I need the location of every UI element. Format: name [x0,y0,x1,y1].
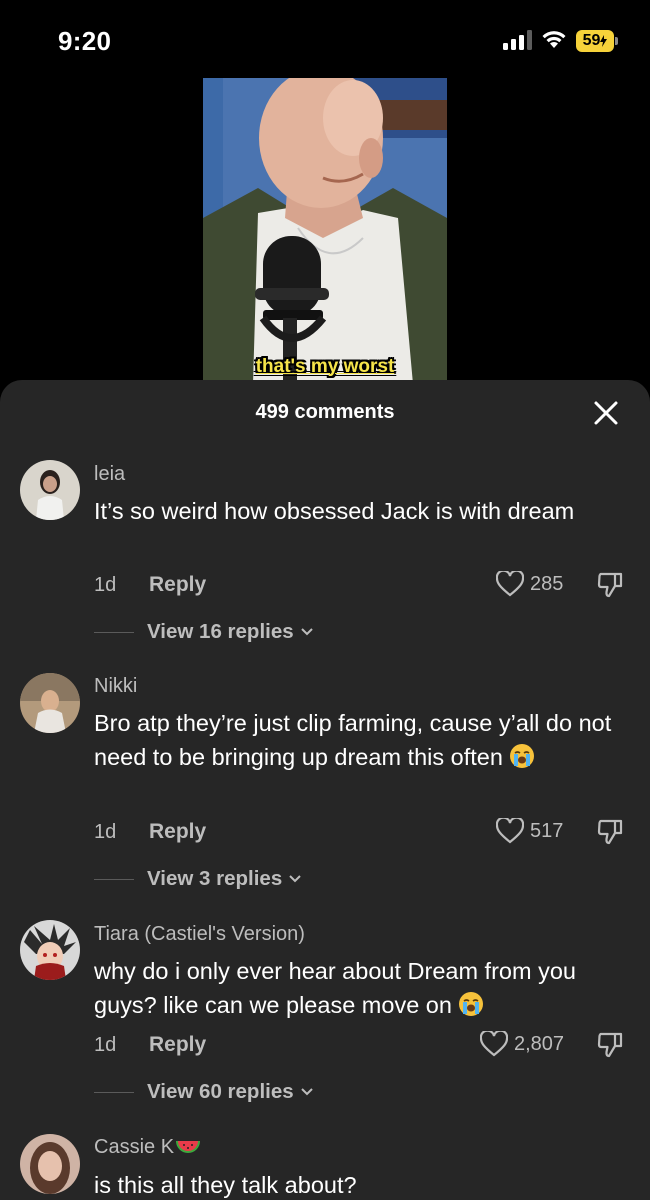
close-icon[interactable] [592,399,620,427]
reply-button[interactable]: Reply [149,1033,206,1057]
thumbs-down-icon[interactable] [596,570,624,598]
thumbs-down-icon[interactable] [596,817,624,845]
view-replies-label: View 60 replies [147,1080,294,1103]
video-frame [203,78,447,384]
comment-username[interactable]: Tiara (Castiel's Version) [94,923,305,946]
status-time: 9:20 [58,26,112,56]
view-replies-button[interactable]: View 16 replies [147,620,314,644]
video-player[interactable]: that's my worst [203,78,447,384]
status-bar: 9:20 59 [0,0,650,80]
like-count: 2,807 [514,1032,565,1055]
chevron-down-icon [300,1088,313,1096]
wifi-icon [542,31,566,48]
chevron-down-icon [300,628,313,636]
replies-divider [94,1092,134,1093]
heart-icon [496,571,524,597]
comment-time: 1d [94,821,117,843]
view-replies-button[interactable]: View 60 replies [147,1080,314,1104]
comment-time: 1d [94,574,117,596]
view-replies-button[interactable]: View 3 replies [147,867,302,891]
heart-icon [496,818,524,844]
like-button[interactable]: 285 [496,571,563,597]
comment-text: is this all they talk about? [94,1172,357,1198]
comment-text: It’s so weird how obsessed Jack is with … [94,498,575,524]
comment-time: 1d [94,1034,117,1056]
video-caption: that's my worst [255,356,395,377]
comment-username[interactable]: Nikki [94,675,137,698]
replies-divider [94,632,134,633]
like-button[interactable]: 517 [496,818,563,844]
battery-level: 59 [582,32,601,49]
reply-button[interactable]: Reply [149,820,206,844]
signal-bars-icon [503,30,532,50]
comment-username-block[interactable]: Cassie K [94,1136,201,1159]
avatar[interactable] [20,920,80,980]
comments-count-title: 499 comments [255,401,395,423]
loudly-crying-face-emoji [459,992,484,1016]
thumbs-down-icon[interactable] [596,1030,624,1058]
reply-button[interactable]: Reply [149,573,206,597]
heart-icon [480,1031,508,1057]
view-replies-label: View 16 replies [147,620,294,643]
comment-text-block: why do i only ever hear about Dream from… [94,954,614,1022]
like-count: 285 [530,572,564,595]
view-replies-label: View 3 replies [147,867,283,890]
replies-divider [94,879,134,880]
watermelon-emoji [176,1140,201,1153]
avatar[interactable] [20,1134,80,1194]
comment-username[interactable]: leia [94,463,125,486]
avatar[interactable] [20,673,80,733]
comment-text: why do i only ever hear about Dream from… [94,958,576,1018]
chevron-down-icon [289,875,301,883]
comment-text-block: Bro atp they’re just clip farming, cause… [94,706,614,774]
battery-charging-icon: 59 [576,30,620,52]
like-button[interactable]: 2,807 [480,1031,564,1057]
comments-sheet: 499 comments leia It’s so weird how obse… [0,380,650,1200]
comment-username: Cassie K [94,1136,175,1158]
loudly-crying-face-emoji [510,744,535,768]
avatar[interactable] [20,460,80,520]
like-count: 517 [530,819,564,842]
